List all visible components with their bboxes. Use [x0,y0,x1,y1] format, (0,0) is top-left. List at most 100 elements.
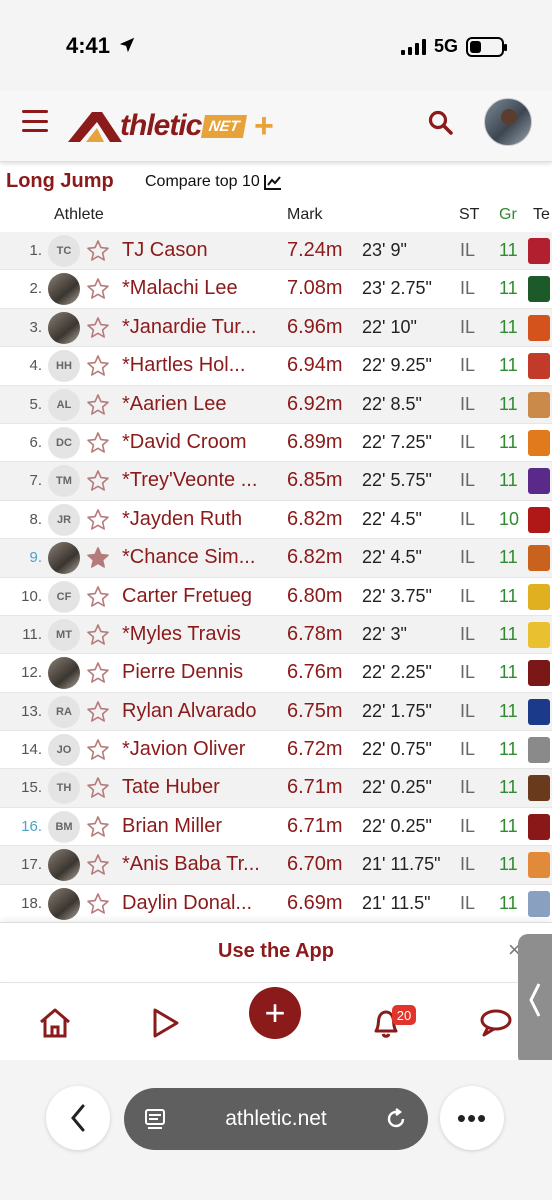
mark-link[interactable]: 6.82m [287,508,343,531]
athlete-avatar[interactable]: JR [48,503,80,536]
athlete-avatar[interactable] [48,887,80,920]
more-icon[interactable]: ••• [440,1086,504,1150]
team-logo[interactable] [528,391,550,418]
star-icon[interactable] [86,277,110,301]
athlete-name-link[interactable]: Pierre Dennis [122,661,277,684]
star-icon[interactable] [86,546,110,570]
athlete-avatar[interactable]: CF [48,580,80,613]
table-row[interactable]: 14. JO *Javion Oliver 6.72m 22' 0.75" IL 11 [0,731,552,770]
search-icon[interactable] [428,110,454,136]
table-row[interactable]: 10. CF Carter Fretueg 6.80m 22' 3.75" IL 11 [0,577,552,616]
athlete-name-link[interactable]: Daylin Donal... [122,892,277,915]
athlete-name-link[interactable]: Brian Miller [122,815,277,838]
athlete-name-link[interactable]: *Malachi Lee [122,277,277,300]
athlete-avatar[interactable]: DC [48,426,80,459]
add-button[interactable]: + [249,987,301,1039]
table-row[interactable]: 18. Daylin Donal... 6.69m 21' 11.5" IL 11 [0,884,552,922]
team-logo[interactable] [528,852,550,879]
table-row[interactable]: 9. *Chance Sim... 6.82m 22' 4.5" IL 11 [0,539,552,578]
table-row[interactable]: 7. TM *Trey'Veonte ... 6.85m 22' 5.75" IL 11 [0,462,552,501]
star-icon[interactable] [86,393,110,417]
table-row[interactable]: 1. TC TJ Cason 7.24m 23' 9" IL 11 [0,232,552,271]
athlete-avatar[interactable]: TM [48,465,80,498]
table-row[interactable]: 11. MT *Myles Travis 6.78m 22' 3" IL 11 [0,615,552,655]
team-logo[interactable] [528,890,550,917]
athlete-avatar[interactable]: BM [48,810,80,843]
team-logo[interactable] [528,276,550,303]
browser-back-button[interactable] [46,1086,110,1150]
athlete-name-link[interactable]: *Chance Sim... [122,546,277,569]
side-drawer-tab[interactable] [518,934,552,1066]
team-logo[interactable] [528,238,550,264]
team-logo[interactable] [528,737,550,764]
athletic-net-logo[interactable]: thletic NET + [66,104,273,148]
star-icon[interactable] [86,469,110,493]
home-icon[interactable] [37,1005,73,1041]
mark-link[interactable]: 6.69m [287,892,343,915]
athlete-name-link[interactable]: *Javion Oliver [122,738,277,761]
play-icon[interactable] [147,1005,183,1041]
address-bar[interactable]: athletic.net [124,1088,428,1150]
mark-link[interactable]: 6.71m [287,815,343,838]
star-icon[interactable] [86,239,110,263]
table-row[interactable]: 17. *Anis Baba Tr... 6.70m 21' 11.75" IL 11 [0,846,552,885]
compare-top-10-link[interactable]: Compare top 10 [145,173,282,191]
team-logo[interactable] [528,775,550,802]
athlete-name-link[interactable]: Tate Huber [122,776,277,799]
star-icon[interactable] [86,354,110,378]
athlete-avatar[interactable] [48,311,80,344]
mark-link[interactable]: 7.24m [287,239,343,262]
star-icon[interactable] [86,738,110,762]
mark-link[interactable]: 6.71m [287,776,343,799]
mark-link[interactable]: 6.96m [287,316,343,339]
team-logo[interactable] [528,583,550,610]
star-icon[interactable] [86,661,110,685]
table-row[interactable]: 8. JR *Jayden Ruth 6.82m 22' 4.5" IL 10 [0,500,552,540]
chat-icon[interactable] [478,1005,514,1041]
mark-link[interactable]: 6.78m [287,623,343,646]
athlete-avatar[interactable] [48,657,80,690]
table-row[interactable]: 6. DC *David Croom 6.89m 22' 7.25" IL 11 [0,423,552,463]
athlete-name-link[interactable]: *Myles Travis [122,623,277,646]
athlete-name-link[interactable]: *Anis Baba Tr... [122,853,277,876]
mark-link[interactable]: 6.82m [287,546,343,569]
star-icon[interactable] [86,316,110,340]
team-logo[interactable] [528,698,550,725]
team-logo[interactable] [528,468,550,495]
athlete-avatar[interactable] [48,542,80,575]
table-row[interactable]: 4. HH *Hartles Hol... 6.94m 22' 9.25" IL 11 [0,347,552,386]
table-row[interactable]: 12. Pierre Dennis 6.76m 22' 2.25" IL 11 [0,654,552,693]
menu-icon[interactable] [22,110,48,132]
column-grade[interactable]: Gr [499,206,517,224]
table-row[interactable]: 16. BM Brian Miller 6.71m 22' 0.25" IL 11 [0,807,552,847]
mark-link[interactable]: 6.94m [287,354,343,377]
mark-link[interactable]: 6.89m [287,431,343,454]
team-logo[interactable] [528,314,550,341]
athlete-name-link[interactable]: *Hartles Hol... [122,354,277,377]
star-icon[interactable] [86,853,110,877]
table-row[interactable]: 3. *Janardie Tur... 6.96m 22' 10" IL 11 [0,308,552,348]
athlete-avatar[interactable]: TC [48,235,80,267]
column-state[interactable]: ST [459,206,479,224]
star-icon[interactable] [86,508,110,532]
team-logo[interactable] [528,429,550,456]
athlete-avatar[interactable]: AL [48,388,80,421]
athlete-name-link[interactable]: Carter Fretueg [122,585,277,608]
team-logo[interactable] [528,545,550,572]
use-app-banner[interactable]: Use the App × [0,922,552,980]
athlete-name-link[interactable]: *Aarien Lee [122,393,277,416]
athlete-avatar[interactable]: MT [48,618,80,651]
star-icon[interactable] [86,431,110,455]
team-logo[interactable] [528,353,550,380]
use-app-label[interactable]: Use the App [0,940,552,963]
mark-link[interactable]: 6.72m [287,738,343,761]
table-row[interactable]: 2. *Malachi Lee 7.08m 23' 2.75" IL 11 [0,270,552,309]
mark-link[interactable]: 7.08m [287,277,343,300]
athlete-name-link[interactable]: *Trey'Veonte ... [122,469,277,492]
reload-icon[interactable] [384,1107,408,1131]
athlete-name-link[interactable]: *David Croom [122,431,277,454]
athlete-avatar[interactable]: HH [48,350,80,383]
column-team[interactable]: Te [533,206,550,224]
star-icon[interactable] [86,815,110,839]
athlete-avatar[interactable] [48,849,80,882]
